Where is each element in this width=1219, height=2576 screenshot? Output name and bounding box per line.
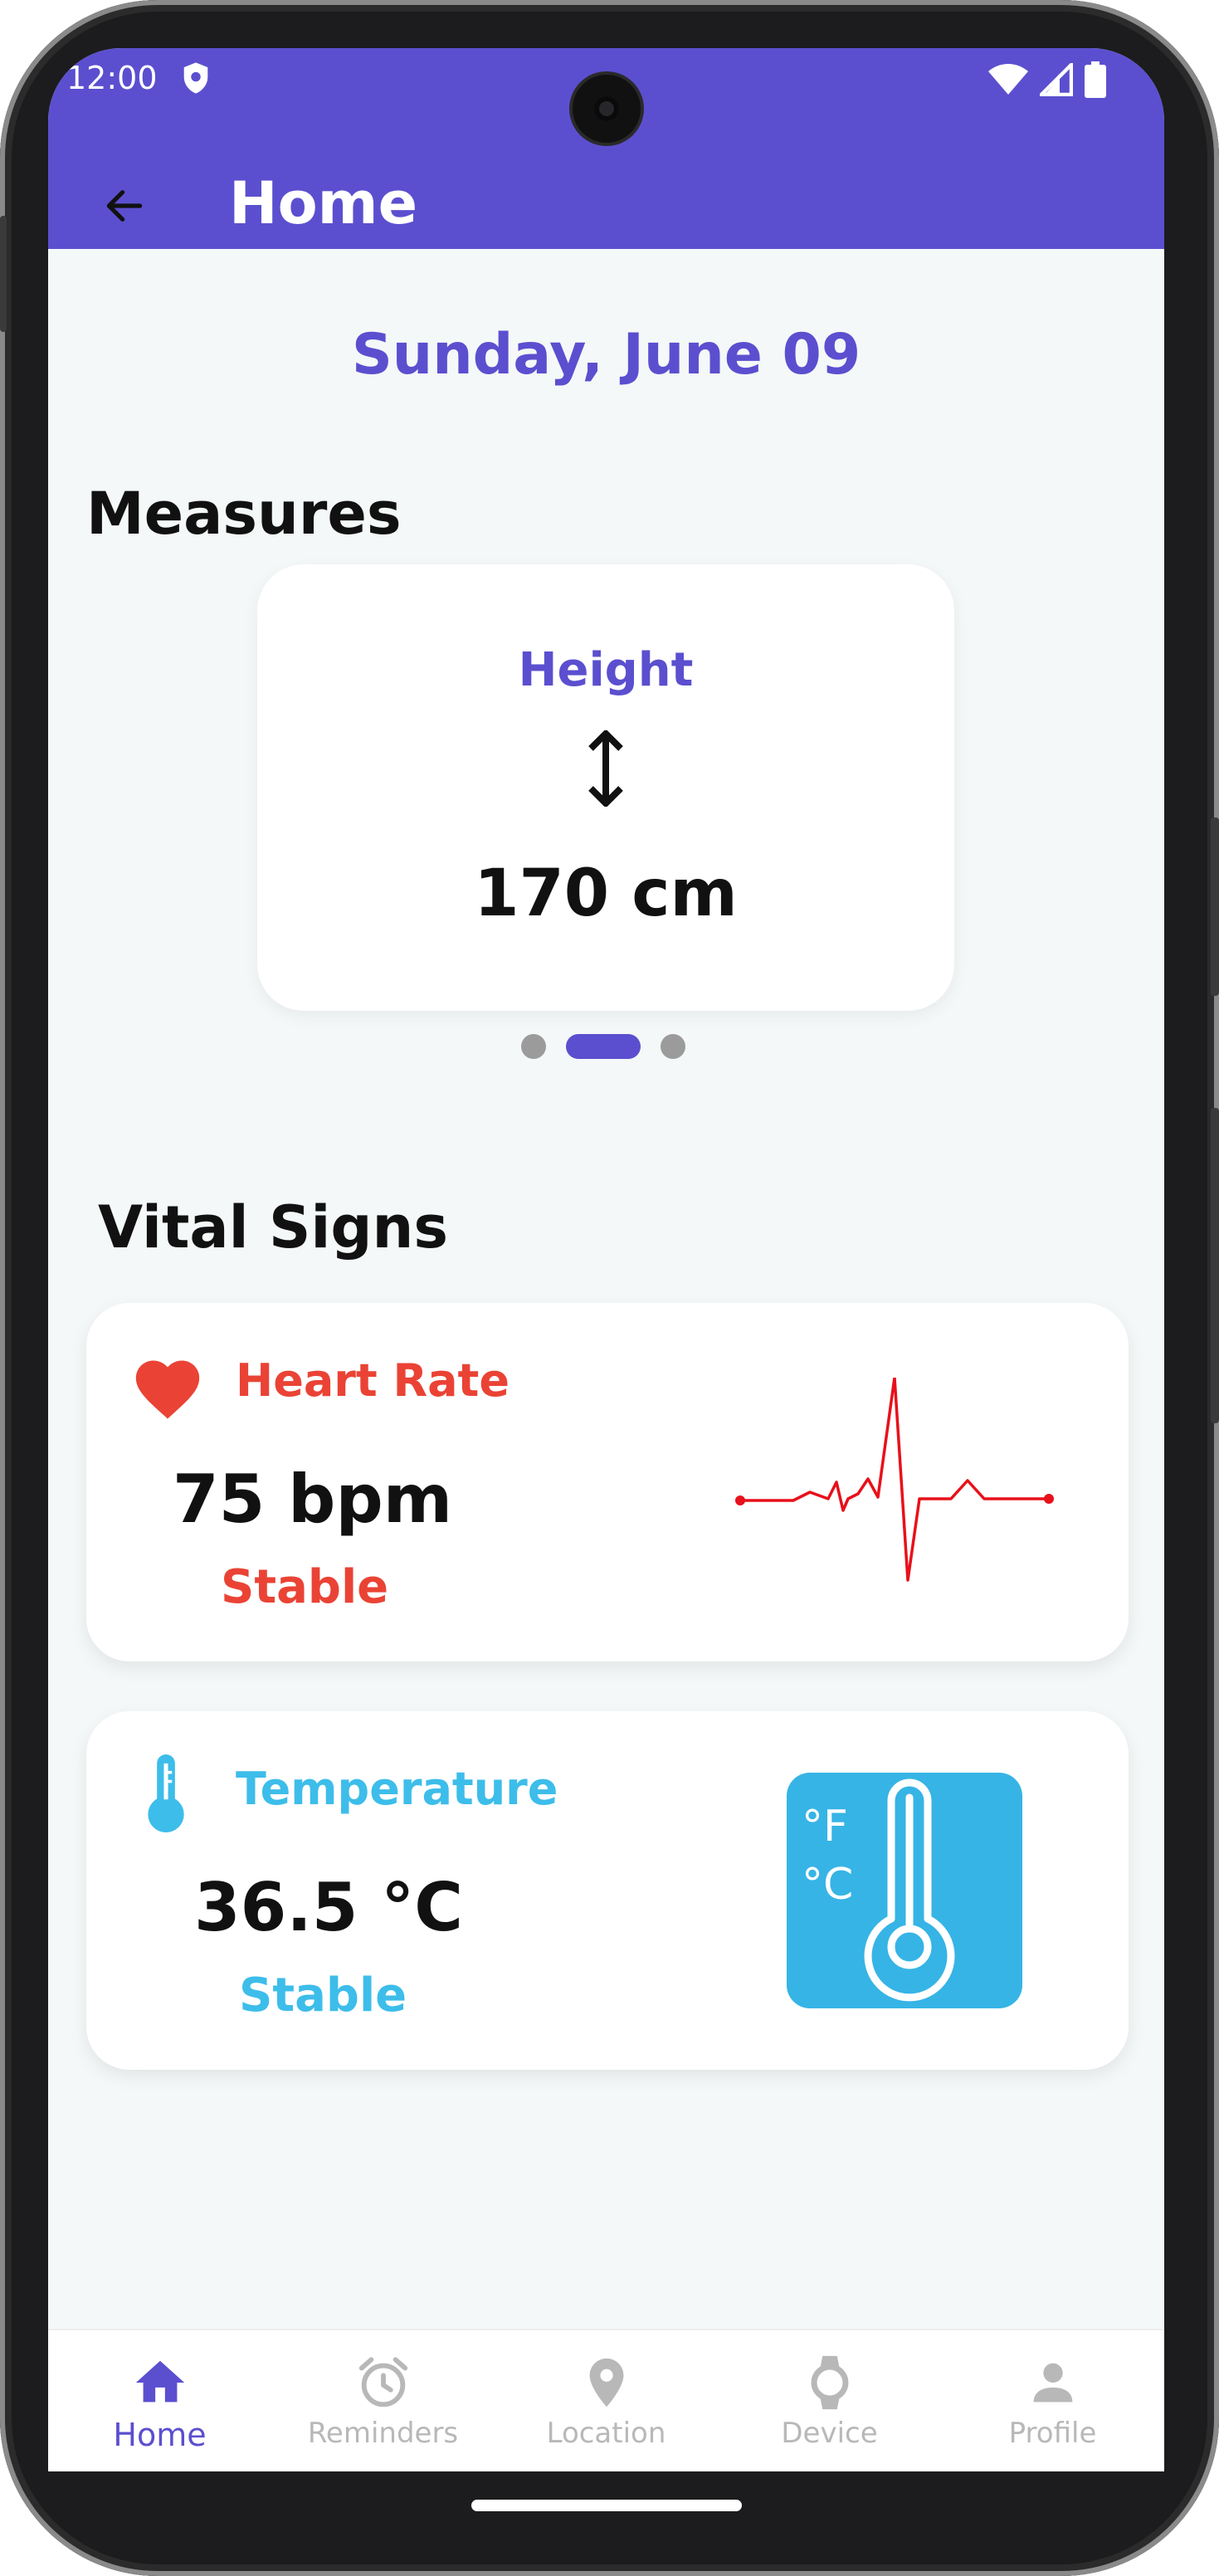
screen: 12:00 Home Sunday, June 09 Measures Heig… <box>48 48 1164 2471</box>
nav-item-profile[interactable]: Profile <box>941 2330 1164 2471</box>
nav-label-location: Location <box>546 2417 666 2450</box>
nav-item-device[interactable]: Device <box>718 2330 941 2471</box>
status-icons <box>988 61 1106 98</box>
battery-icon <box>1085 61 1106 98</box>
carousel-dot[interactable] <box>661 1034 685 1059</box>
back-button[interactable] <box>91 173 158 239</box>
thermometer-icon <box>148 1754 184 1832</box>
phone-frame: 12:00 Home Sunday, June 09 Measures Heig… <box>0 0 1219 2576</box>
home-icon <box>135 2360 184 2403</box>
watch-icon <box>811 2355 848 2410</box>
person-icon <box>1033 2363 1072 2403</box>
location-pin-icon <box>589 2358 623 2408</box>
wifi-icon <box>988 64 1028 95</box>
temperature-status: Stable <box>239 1969 407 2022</box>
back-arrow-icon <box>106 190 143 222</box>
measures-heading: Measures <box>86 480 402 548</box>
carousel-indicator <box>521 1034 685 1059</box>
temperature-card[interactable]: Temperature 36.5 °C Stable °F °C <box>86 1711 1129 2070</box>
heart-rate-status: Stable <box>221 1560 389 1614</box>
nav-label-profile: Profile <box>1008 2417 1097 2450</box>
heart-rate-card[interactable]: Heart Rate 75 bpm Stable <box>86 1303 1129 1661</box>
measure-label: Height <box>518 643 694 697</box>
measure-card-height[interactable]: Height 170 cm <box>257 564 954 1011</box>
ecg-waveform-icon <box>735 1378 1054 1582</box>
status-time: 12:00 <box>66 60 158 96</box>
shield-icon <box>183 62 208 94</box>
heart-icon <box>135 1360 200 1419</box>
celsius-label: °C <box>802 1860 853 1910</box>
nav-label-device: Device <box>781 2417 878 2450</box>
thermometer-celsius-fahrenheit-icon: °F °C <box>802 1778 955 2002</box>
nav-label-home: Home <box>113 2417 207 2453</box>
temperature-value: 36.5 °C <box>194 1869 463 1946</box>
nav-label-reminders: Reminders <box>307 2417 459 2450</box>
home-indicator[interactable] <box>471 2500 742 2511</box>
heart-rate-value: 75 bpm <box>173 1461 453 1538</box>
heart-rate-label: Heart Rate <box>236 1354 510 1407</box>
thermometer-tile: °F °C <box>787 1773 1022 2008</box>
bottom-navigation: Home Reminders Location Device Profile <box>48 2329 1164 2471</box>
measure-value: 170 cm <box>474 856 738 931</box>
fahrenheit-label: °F <box>802 1802 848 1852</box>
carousel-dot[interactable] <box>521 1034 546 1059</box>
page-title: Home <box>229 169 418 237</box>
cell-signal-icon <box>1040 63 1073 96</box>
date-heading: Sunday, June 09 <box>351 322 861 388</box>
carousel-dot-active[interactable] <box>566 1034 641 1059</box>
power-button <box>1211 817 1219 996</box>
vertical-arrows-icon <box>588 730 623 807</box>
nav-item-home[interactable]: Home <box>48 2330 271 2471</box>
side-button <box>0 216 7 332</box>
vital-signs-heading: Vital Signs <box>98 1193 449 1261</box>
volume-button <box>1211 1108 1219 1423</box>
nav-item-location[interactable]: Location <box>495 2330 718 2471</box>
nav-item-reminders[interactable]: Reminders <box>271 2330 495 2471</box>
app-bar: 12:00 Home <box>48 48 1164 249</box>
alarm-clock-icon <box>358 2357 407 2408</box>
temperature-label: Temperature <box>236 1763 558 1815</box>
front-camera <box>573 75 641 143</box>
